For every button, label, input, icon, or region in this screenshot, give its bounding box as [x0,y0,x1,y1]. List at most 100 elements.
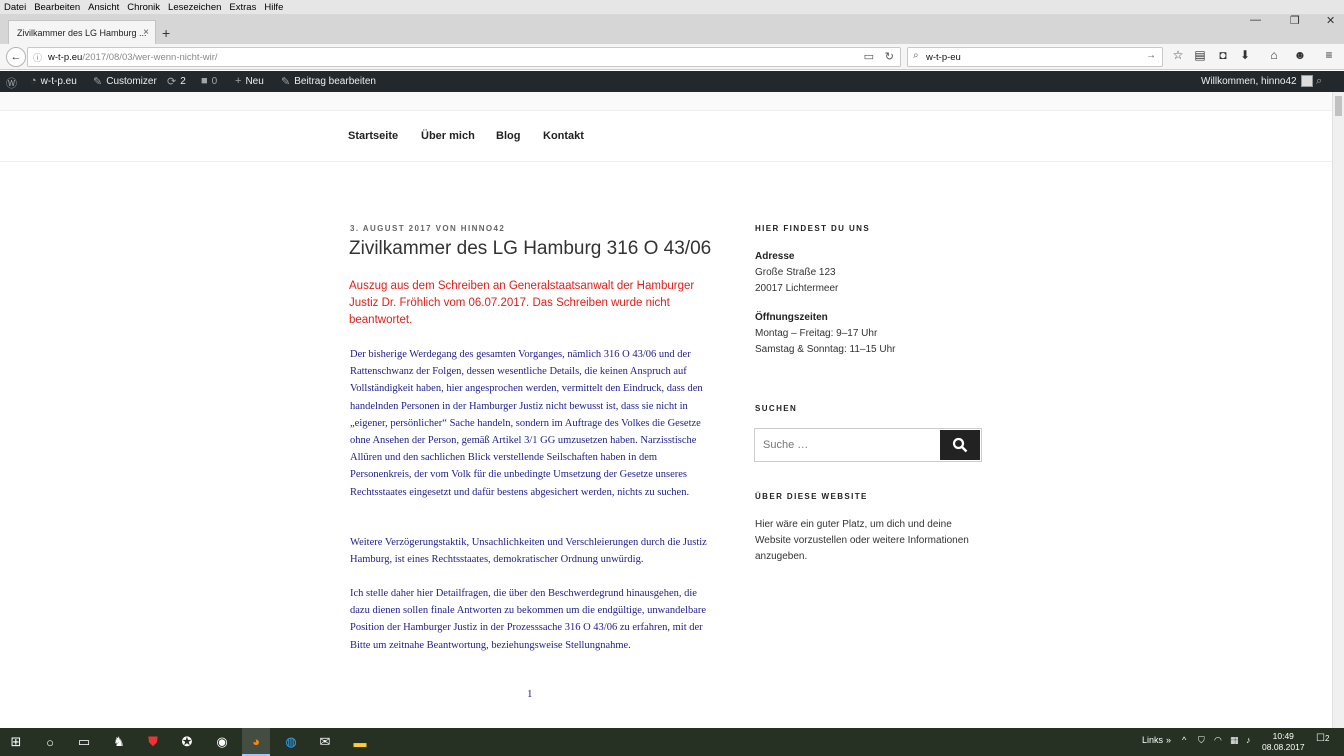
admin-new-link[interactable]: + Neu [235,75,264,87]
dashboard-icon: ◔ [30,75,37,87]
folder-icon[interactable]: ▬ [350,732,370,752]
tab-close-icon[interactable]: × [143,27,149,38]
search-bar[interactable]: ⌕ w-t-p-eu → [907,47,1163,67]
widget-title-about: Über diese Website [755,492,868,501]
clock-time: 10:49 [1272,731,1294,741]
back-arrow-icon: ← [10,51,22,63]
tray-app-icon[interactable]: ▦ [1230,735,1239,746]
hamburger-menu-icon[interactable]: ≡ [1321,48,1337,62]
home-icon[interactable]: ⌂ [1266,48,1282,62]
search-icon [952,437,968,453]
windows-start-icon[interactable]: ⊞ [6,732,26,752]
url-path: /2017/08/03/wer-wenn-nicht-wir/ [82,51,218,63]
nav-blog[interactable]: Blog [496,130,520,142]
new-tab-button[interactable]: + [162,25,170,41]
post-paragraph-3: Ich stelle daher hier Detailfragen, die … [350,588,707,651]
tray-shield-icon[interactable]: ⛉ [1198,735,1205,746]
page-scrollbar[interactable] [1332,92,1344,728]
task-view-icon[interactable]: ▭ [74,732,94,752]
menu-extras[interactable]: Extras [225,2,260,13]
app-icon-3[interactable]: ◉ [212,732,232,752]
hours-line-2: Samstag & Sonntag: 11–15 Uhr [755,344,896,355]
widget-title-find-us: Hier findest du uns [755,224,871,233]
sidebar-search-input[interactable] [763,439,933,451]
app-icon-4[interactable]: ◍ [281,732,301,752]
post-paragraph-2: Weitere Verzögerungstaktik, Unsachlichke… [350,537,707,566]
back-button[interactable]: ← [6,47,26,67]
reload-icon[interactable]: ↻ [885,50,894,63]
links-chevron-icon[interactable]: » [1166,735,1171,745]
menu-bearbeiten[interactable]: Bearbeiten [30,2,84,13]
section-number: 1 [527,688,533,700]
admin-site-link[interactable]: ◔ w-t-p.eu [30,75,77,87]
site-navigation: Startseite Über mich Blog Kontakt [0,110,1332,162]
bookmarks-menu-icon[interactable]: ▤ [1192,48,1208,62]
mail-icon[interactable]: ✉ [315,732,335,752]
reader-view-icon[interactable]: ▭ [864,50,874,63]
search-icon: ⌕ [913,50,919,61]
notifications-icon[interactable]: ☐2 [1316,733,1329,744]
app-icon-2[interactable]: ✪ [177,732,197,752]
nav-ueber-mich[interactable]: Über mich [421,130,475,142]
notification-count: 2 [1324,734,1330,743]
windows-taskbar: ⊞ ○ ▭ ♞ ⛊ ✪ ◉ ◕ ◍ ✉ ▬ Links » ^ ⛉ ◠ ▦ ♪ … [0,728,1344,756]
wordpress-logo-icon[interactable]: Ⓦ [6,75,17,91]
browser-tab[interactable]: Zivilkammer des LG Hamburg ... × [8,20,156,44]
admin-updates-link[interactable]: ⟳ 2 [167,75,186,88]
sidebar-search-form [754,428,982,462]
chat-icon[interactable]: ☻ [1292,48,1308,62]
post-excerpt: Auszug aus dem Schreiben an Generalstaat… [349,280,695,326]
address-label: Adresse [755,251,795,262]
search-go-icon[interactable]: → [1146,50,1156,61]
page-info-icon[interactable]: ⓘ [33,51,42,64]
menu-lesezeichen[interactable]: Lesezeichen [164,2,225,13]
admin-customizer-link[interactable]: ✎ Customizer [93,75,157,88]
url-domain: w-t-p.eu [48,51,83,63]
firefox-icon[interactable]: ◕ [242,728,270,756]
menu-chronik[interactable]: Chronik [123,2,164,13]
post-meta[interactable]: 3. August 2017 von hinno42 [350,224,505,233]
cortana-icon[interactable]: ○ [40,732,60,752]
site-header-band [0,92,1332,110]
window-close-icon[interactable]: ✕ [1326,14,1335,27]
menu-datei[interactable]: Datei [0,2,30,13]
admin-edit-post-link[interactable]: ✎ Beitrag bearbeiten [281,75,376,88]
avatar [1300,75,1313,87]
taskbar-clock[interactable]: 10:49 08.08.2017 [1262,731,1305,753]
sidebar-search-button[interactable] [940,430,980,460]
about-text: Hier wäre ein guter Platz, um dich und d… [755,519,969,562]
browser-menu-bar: Datei Bearbeiten Ansicht Chronik Lesezei… [0,0,1344,14]
bookmark-star-icon[interactable]: ☆ [1170,48,1186,62]
admin-account-link[interactable]: Willkommen, hinno42 [1201,75,1313,87]
comment-icon: ■ [201,75,208,87]
links-toolbar[interactable]: Links [1142,735,1163,745]
shield-icon[interactable]: ⛊ [143,732,163,752]
menu-hilfe[interactable]: Hilfe [260,2,287,13]
downloads-icon[interactable]: ⬇ [1237,48,1253,62]
admin-search-icon[interactable]: ⌕ [1316,75,1322,88]
widget-title-search: Suchen [755,404,798,413]
address-line-1: Große Straße 123 [755,267,836,278]
search-bar-text: w-t-p-eu [926,51,961,63]
nav-kontakt[interactable]: Kontakt [543,130,584,142]
post-paragraph-1: Der bisherige Werdegang des gesamten Vor… [350,349,703,498]
url-bar[interactable]: ⓘ w-t-p.eu/2017/08/03/wer-wenn-nicht-wir… [27,47,901,67]
tray-expand-icon[interactable]: ^ [1182,735,1186,745]
app-icon-1[interactable]: ♞ [109,732,129,752]
minimize-icon[interactable]: — [1250,14,1261,26]
pocket-icon[interactable]: ◘ [1215,48,1231,62]
hours-widget: Öffnungszeiten Montag – Freitag: 9–17 Uh… [755,310,995,358]
plus-icon: + [235,75,242,87]
menu-ansicht[interactable]: Ansicht [84,2,123,13]
navigation-toolbar: ← ⓘ w-t-p.eu/2017/08/03/wer-wenn-nicht-w… [0,44,1344,70]
admin-comments-link[interactable]: ■ 0 [201,75,217,87]
updates-icon: ⟳ [167,76,177,88]
restore-icon[interactable]: ❐ [1290,14,1300,27]
scrollbar-thumb[interactable] [1335,96,1342,116]
post-title: Zivilkammer des LG Hamburg 316 O 43/06 [349,238,712,259]
wifi-icon[interactable]: ◠ [1214,735,1222,746]
brush-icon: ✎ [93,76,103,88]
tab-title: Zivilkammer des LG Hamburg ... [17,27,147,38]
volume-icon[interactable]: ♪ [1246,735,1251,745]
nav-startseite[interactable]: Startseite [348,130,398,142]
